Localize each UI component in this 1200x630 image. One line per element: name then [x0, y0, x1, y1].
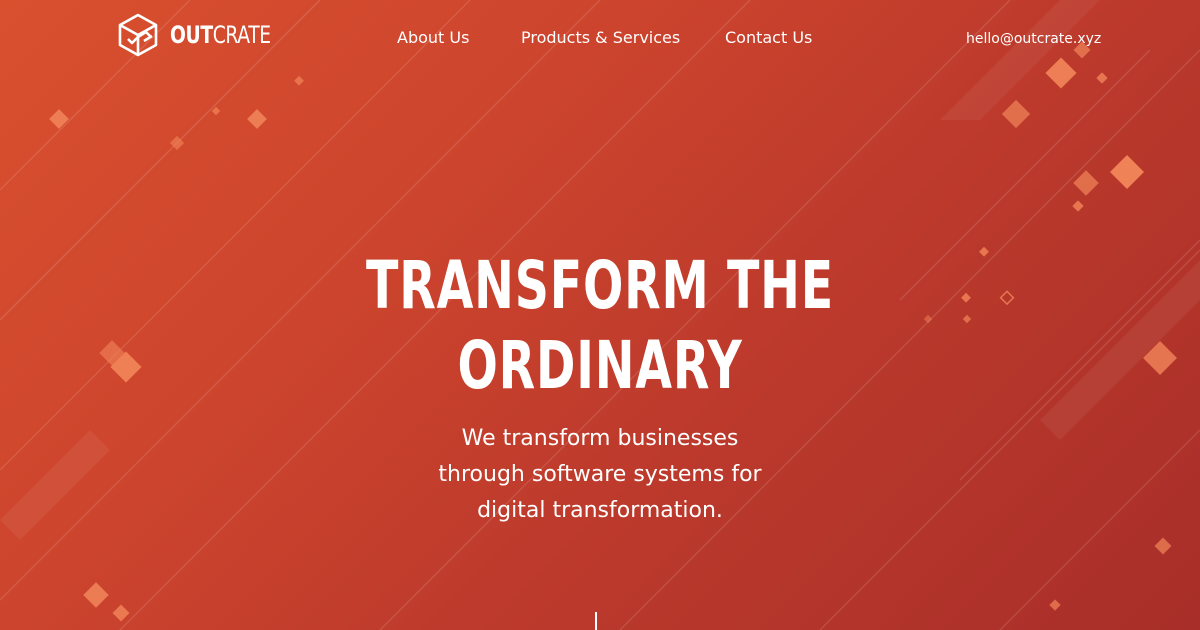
- hero-title: TRANSFORM THE ORDINARY: [0, 246, 1200, 406]
- hero-subtitle: We transform businesses through software…: [400, 421, 800, 529]
- hero-title-line-1: TRANSFORM THE: [366, 247, 834, 324]
- nav-link-about[interactable]: About Us: [397, 27, 469, 49]
- hero-subtitle-line-3: digital transformation.: [477, 498, 723, 523]
- hero-subtitle-line-2: through software systems for: [438, 462, 762, 487]
- contact-email-link[interactable]: hello@outcrate.xyz: [966, 29, 1101, 49]
- landing-page: OUTCRATE About Us Products & Services Co…: [0, 0, 1200, 630]
- nav-link-products-services[interactable]: Products & Services: [521, 27, 680, 49]
- hero-subtitle-line-1: We transform businesses: [461, 426, 739, 451]
- nav-link-contact[interactable]: Contact Us: [725, 27, 812, 49]
- scroll-indicator[interactable]: [595, 612, 597, 630]
- hero-title-line-2: ORDINARY: [457, 327, 743, 404]
